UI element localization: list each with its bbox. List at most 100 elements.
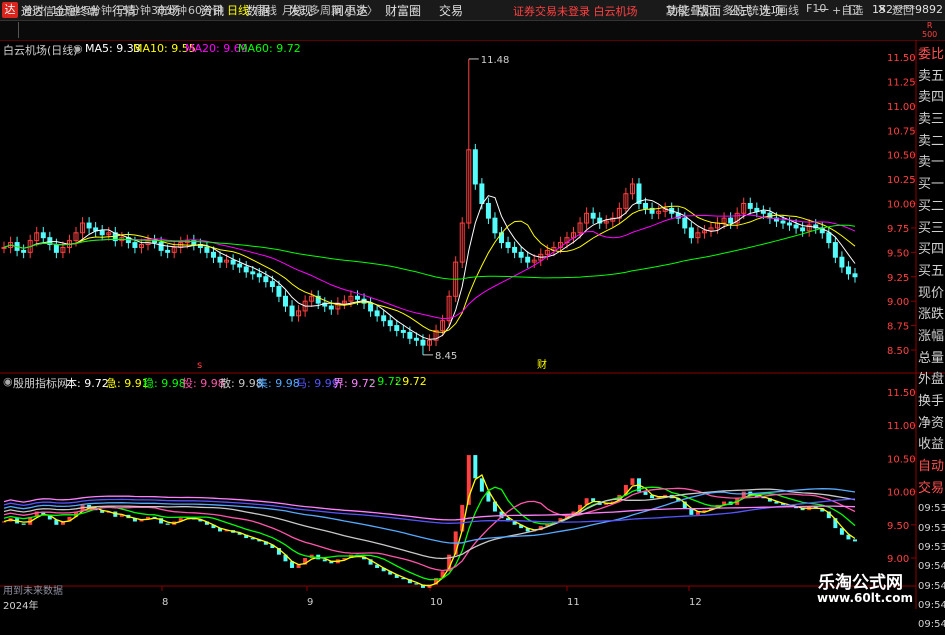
candle-body — [643, 203, 649, 209]
tool-button[interactable]: +自选 — [832, 2, 863, 18]
candle-body — [518, 251, 524, 258]
candle-body — [217, 256, 223, 263]
tool-button[interactable]: 复权 — [666, 2, 688, 18]
sub-indicator-line — [3, 487, 856, 572]
toolbar-separator — [18, 22, 19, 38]
price-tick-label: 9.75 — [887, 224, 909, 235]
price-tick-label: 11.25 — [887, 77, 916, 88]
ma-line — [3, 195, 856, 340]
candle-body — [354, 295, 360, 300]
side-label: 收益 — [918, 437, 945, 453]
candle-body — [230, 259, 236, 265]
ma-line — [3, 214, 856, 320]
candle-body — [132, 242, 138, 248]
side-label: 09:54 — [918, 599, 945, 611]
candle-body — [780, 220, 786, 224]
menu-item[interactable]: 交易 — [439, 2, 463, 19]
candle-body — [158, 242, 164, 251]
candle-body — [499, 232, 505, 244]
side-label: 涨跌 — [918, 307, 945, 323]
period-tab[interactable]: 15分钟 — [115, 2, 151, 18]
price-tick-label: 9.25 — [887, 273, 909, 284]
sub-chart-title: 殷朋指标网 — [13, 377, 68, 390]
candle-body — [276, 286, 282, 297]
side-label: 涨幅 — [918, 328, 945, 344]
tool-button[interactable]: 叠加 — [690, 2, 712, 18]
x-tick-label: 12 — [689, 597, 702, 608]
side-label: 09:54 — [918, 619, 945, 631]
side-label: 09:53 — [918, 503, 945, 515]
candle-body — [269, 281, 275, 288]
watermark-title: 乐淘公式网 — [818, 573, 903, 593]
side-label: 买二 — [918, 198, 945, 214]
candle-body — [512, 246, 518, 253]
r500-badge[interactable]: R 500 — [922, 21, 937, 39]
side-label: 买一 — [918, 177, 945, 193]
period-tab[interactable]: 周线 — [255, 2, 277, 18]
collapse-icon[interactable]: ◉ — [73, 42, 83, 55]
candle-body — [282, 295, 288, 307]
x-tick-label: 8 — [162, 597, 168, 608]
candle-body — [793, 224, 799, 229]
ma-indicator-label: MA60: 9.72 — [238, 42, 301, 55]
candle-body — [760, 210, 766, 214]
side-label: 卖二 — [918, 133, 945, 149]
side-label: 买四 — [918, 242, 945, 258]
candle-body — [152, 240, 158, 244]
sub-tick-label: 10.00 — [887, 488, 916, 499]
quote-side-panel: 委比 卖五 卖四 卖三 卖二 卖一 买一 买二 买三 买四 买五 现价 涨跌 涨幅 总量 外盘 换手 净资 收益 自动… — [918, 44, 945, 635]
candle-body — [754, 207, 760, 212]
period-tab[interactable]: 1分钟 — [51, 2, 80, 18]
side-label: 09:53 — [918, 522, 945, 534]
period-tab[interactable]: 分时 — [22, 2, 44, 18]
sub-indicator-label: 本: 9.72 — [66, 377, 109, 390]
side-label: 卖五 — [918, 68, 945, 84]
tool-button[interactable]: 多股 — [722, 2, 744, 18]
tool-button[interactable]: 画线 — [777, 2, 799, 18]
candle-body — [237, 263, 243, 268]
candle-body — [852, 273, 858, 278]
badge-n: 500 — [922, 30, 938, 39]
tool-button[interactable]: 统计 — [748, 2, 770, 18]
side-label: 交易 — [918, 480, 945, 496]
chart-canvas[interactable]: 11.50 11.25 11.00 10.75 10.50 10.25 10.00 9.75 9… — [0, 40, 945, 609]
close-button[interactable]: ✕ — [877, 2, 887, 16]
period-tab[interactable]: 60分钟 — [188, 2, 224, 18]
high-label: 11.48 — [481, 55, 510, 66]
sub-candle-body — [630, 478, 635, 485]
sub-candle-body — [165, 523, 170, 525]
candle-body — [400, 329, 406, 333]
side-label: 买五 — [918, 263, 945, 279]
period-tab[interactable]: 多周期 — [309, 2, 342, 18]
period-tab[interactable]: 30分钟 — [151, 2, 187, 18]
candle-body — [374, 310, 380, 317]
candle-body — [839, 256, 845, 268]
price-tick-label: 11.00 — [887, 102, 916, 113]
candle-body — [381, 315, 387, 322]
period-tab[interactable]: 月线 — [282, 2, 304, 18]
candle-body — [40, 232, 46, 239]
badge-r: R — [926, 21, 933, 30]
candle-body — [210, 251, 216, 258]
side-label: 卖一 — [918, 155, 945, 171]
price-tick-label: 8.50 — [887, 346, 909, 357]
x-tick-label: 9 — [307, 597, 313, 608]
candle-body — [492, 217, 498, 234]
period-tab[interactable]: 5分钟 — [83, 2, 112, 18]
candle-body — [99, 230, 105, 236]
menu-item[interactable]: 财富圈 — [385, 2, 421, 19]
tool-button[interactable]: 返回 — [892, 2, 914, 18]
sub-indicator-line — [3, 474, 856, 587]
sub-indicator-line — [3, 486, 856, 581]
period-tab[interactable]: 日线 — [227, 2, 249, 18]
period-tab[interactable]: 更多〉 — [345, 2, 378, 18]
candle-body — [479, 183, 485, 204]
tool-button[interactable]: F10 — [806, 2, 826, 15]
candle-body — [832, 242, 838, 258]
candle-body — [682, 217, 688, 229]
candle-body — [204, 246, 210, 253]
candle-body — [747, 203, 753, 209]
side-label: 09:53 — [918, 542, 945, 554]
login-status[interactable]: 证券交易未登录 白云机场 — [513, 3, 638, 19]
candle-body — [787, 222, 793, 226]
